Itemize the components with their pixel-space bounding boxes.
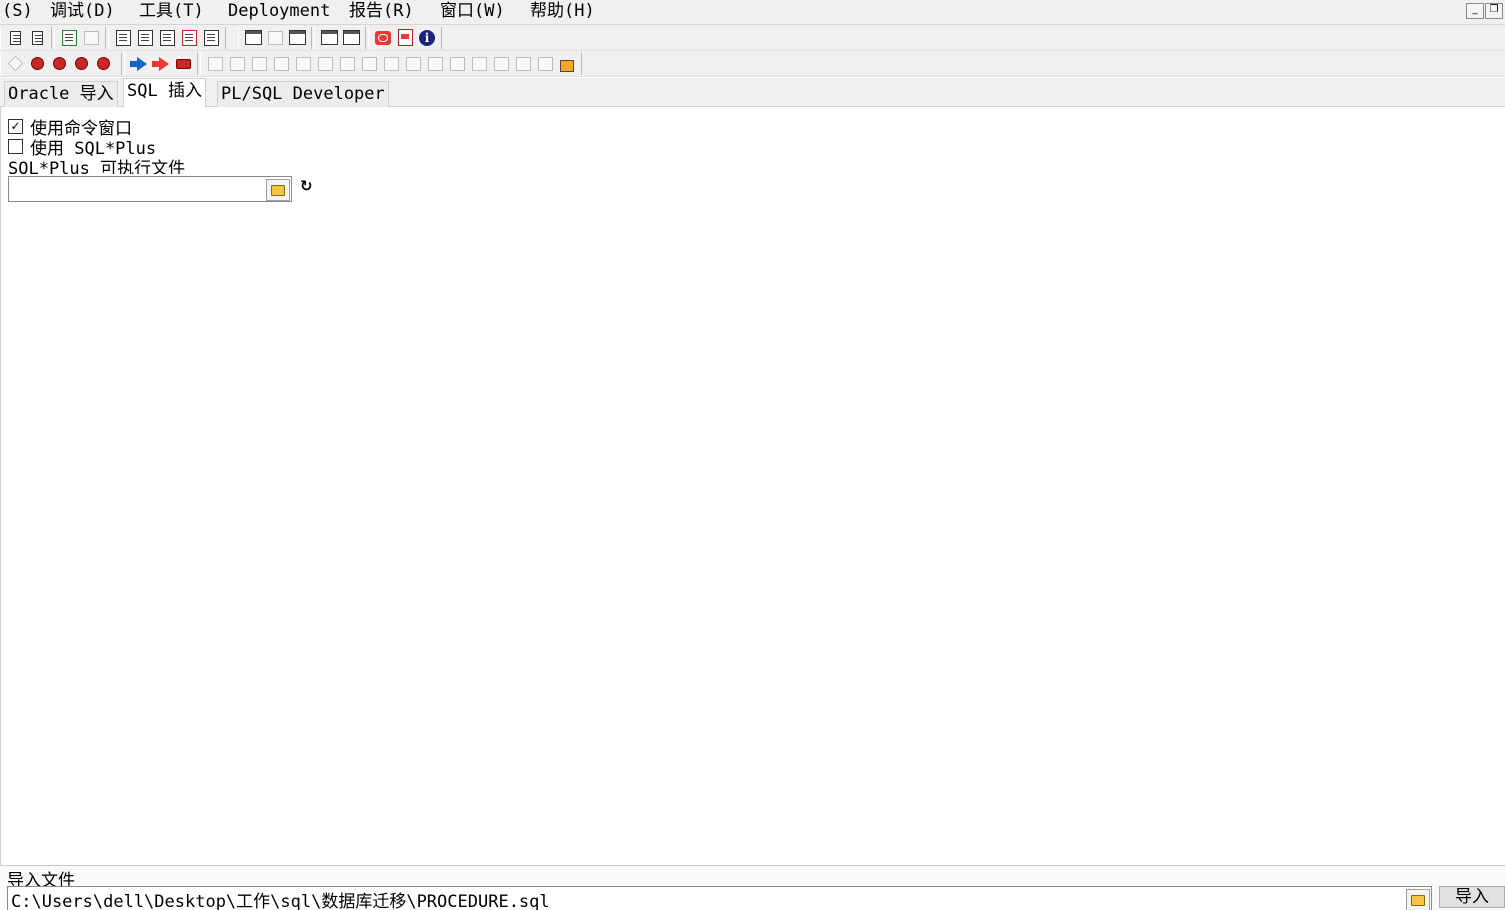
import-folder-open-icon[interactable]	[1406, 889, 1430, 910]
step-icon-14[interactable]	[490, 53, 512, 75]
toolbar-group-transfer	[124, 52, 198, 75]
sql-insert-panel: ✓ 使用命令窗口 使用 SQL*Plus SQL*Plus 可执行文件 ↻	[0, 107, 1505, 865]
import-file-area: 导入文件 导入	[0, 865, 1505, 910]
new-document-icon[interactable]	[112, 27, 134, 49]
step-icon-8[interactable]	[358, 53, 380, 75]
tab-plsql-developer[interactable]: PL/SQL Developer	[217, 81, 389, 107]
unindent-icon[interactable]	[156, 27, 178, 49]
command-window-icon[interactable]	[264, 27, 286, 49]
find-next-icon[interactable]	[26, 27, 48, 49]
step-icon-12[interactable]	[446, 53, 468, 75]
step-icon-10[interactable]	[402, 53, 424, 75]
report-window-icon[interactable]	[286, 27, 308, 49]
tab-oracle-import[interactable]: Oracle 导入	[4, 81, 118, 107]
indent-icon[interactable]	[134, 27, 156, 49]
tab-strip: Oracle 导入 SQL 插入 PL/SQL Developer	[0, 78, 1505, 107]
app-window: (S) 调试(D) 工具(T) Deployment 报告(R) 窗口(W) 帮…	[0, 0, 1505, 910]
menu-deployment[interactable]: Deployment	[226, 0, 332, 22]
pdf-icon[interactable]	[394, 27, 416, 49]
tab-sql-insert[interactable]: SQL 插入	[123, 78, 206, 107]
mdi-controls: _ ❐	[1466, 3, 1503, 19]
folder-open-icon[interactable]	[266, 179, 290, 201]
restore-icon[interactable]: ❐	[1485, 3, 1503, 19]
step-icon-15[interactable]	[512, 53, 534, 75]
forward-icon[interactable]	[80, 27, 102, 49]
back-icon[interactable]	[58, 27, 80, 49]
toolbar-group-windows	[238, 26, 312, 49]
oracle-icon[interactable]	[372, 27, 394, 49]
menu-help[interactable]: 帮助(H)	[528, 0, 597, 22]
step-icon-4[interactable]	[270, 53, 292, 75]
toolbar-group-edit	[108, 26, 226, 49]
use-sqlplus-checkbox[interactable]	[8, 138, 23, 154]
step-icon-11[interactable]	[424, 53, 446, 75]
menu-tools[interactable]: 工具(T)	[137, 0, 206, 22]
go-red-icon[interactable]	[150, 53, 172, 75]
use-command-window-checkbox[interactable]: ✓	[8, 118, 23, 134]
menu-debug[interactable]: 调试(D)	[48, 0, 117, 22]
remove-document-icon[interactable]	[178, 27, 200, 49]
sql-window-icon[interactable]	[242, 27, 264, 49]
toolbar-group-compile	[0, 52, 122, 75]
use-sqlplus-row[interactable]: 使用 SQL*Plus	[8, 136, 157, 159]
minimize-icon[interactable]: _	[1466, 3, 1484, 19]
toolbar-group-debug-steps	[200, 52, 582, 75]
toolbar-debug	[0, 51, 1505, 77]
tile-icon[interactable]	[340, 27, 362, 49]
menu-bar: (S) 调试(D) 工具(T) Deployment 报告(R) 窗口(W) 帮…	[0, 0, 1505, 25]
toolbar-group-layout	[314, 26, 366, 49]
page-icon[interactable]	[200, 27, 222, 49]
step-icon-16[interactable]	[534, 53, 556, 75]
menu-window[interactable]: 窗口(W)	[438, 0, 507, 22]
menu-reports[interactable]: 报告(R)	[347, 0, 416, 22]
step-icon-1[interactable]	[204, 53, 226, 75]
toolbar-main: i	[0, 25, 1505, 51]
recompile-icon[interactable]	[70, 53, 92, 75]
use-sqlplus-label: 使用 SQL*Plus	[30, 138, 157, 159]
find-icon[interactable]	[4, 27, 26, 49]
compile-all-icon[interactable]	[48, 53, 70, 75]
stop-icon[interactable]	[172, 53, 194, 75]
toolbar-group-help: i	[368, 26, 442, 49]
toolbar-group-nav	[54, 26, 106, 49]
step-icon-5[interactable]	[292, 53, 314, 75]
cascade-icon[interactable]	[318, 27, 340, 49]
import-file-input[interactable]	[7, 886, 1432, 910]
go-forward-icon[interactable]	[128, 53, 150, 75]
lock-icon[interactable]	[556, 53, 578, 75]
step-icon-9[interactable]	[380, 53, 402, 75]
sqlplus-exe-label: SQL*Plus 可执行文件	[8, 159, 186, 174]
step-icon-2[interactable]	[226, 53, 248, 75]
info-icon[interactable]: i	[416, 27, 438, 49]
step-icon-7[interactable]	[336, 53, 358, 75]
sqlplus-exe-input[interactable]	[8, 176, 292, 202]
import-button[interactable]: 导入	[1439, 886, 1505, 908]
toolbar-group-find	[0, 26, 52, 49]
step-icon-3[interactable]	[248, 53, 270, 75]
menu-s[interactable]: (S)	[0, 0, 35, 22]
step-icon-6[interactable]	[314, 53, 336, 75]
clear-icon[interactable]	[4, 53, 26, 75]
compile-icon[interactable]	[26, 53, 48, 75]
refresh-icon[interactable]: ↻	[300, 177, 313, 195]
check-icon[interactable]	[92, 53, 114, 75]
step-icon-13[interactable]	[468, 53, 490, 75]
